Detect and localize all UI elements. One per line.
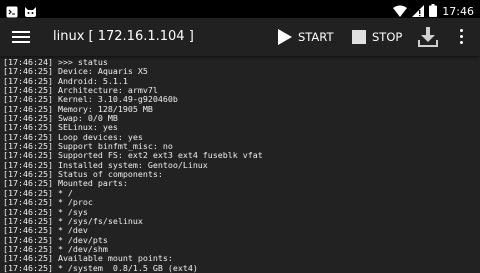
status-bar: 17:46 <box>0 0 480 18</box>
console-output: [17:46:24] >>> status [17:46:25] Device: … <box>3 57 480 273</box>
start-button[interactable]: START <box>278 18 333 56</box>
console-line: [17:46:25] Mounted parts: <box>3 178 128 189</box>
app-bar: linux [ 172.16.1.104 ] START STOP <box>0 18 480 56</box>
stop-button[interactable]: STOP <box>352 18 402 56</box>
console-line: [17:46:25] * /system 0.8/1.5 GB (ext4) <box>3 262 198 273</box>
download-icon[interactable] <box>418 26 438 48</box>
stop-icon <box>352 30 366 44</box>
menu-icon[interactable] <box>12 28 30 46</box>
more-vert-icon[interactable] <box>459 29 465 47</box>
stop-label: STOP <box>372 30 403 44</box>
page-title: linux [ 172.16.1.104 ] <box>53 29 194 44</box>
start-label: START <box>298 30 334 44</box>
clock: 17:46 <box>442 5 474 18</box>
play-icon <box>278 29 292 45</box>
